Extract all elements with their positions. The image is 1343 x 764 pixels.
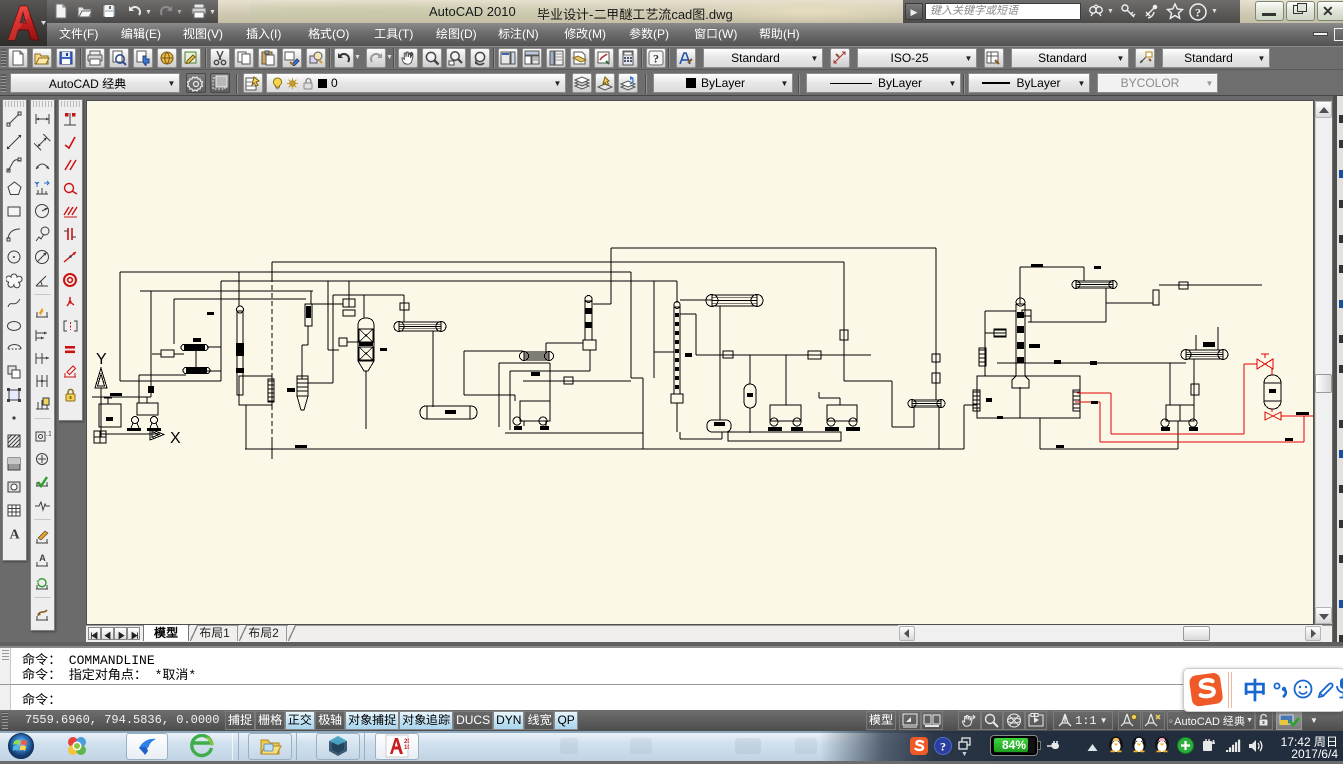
svg-text:?: ? — [653, 52, 659, 66]
svg-text:Y: Y — [96, 351, 107, 368]
svg-text:X: X — [170, 430, 181, 447]
svg-text:10: 10 — [404, 745, 409, 751]
svg-text:A: A — [9, 528, 20, 543]
svg-text:.1: .1 — [46, 431, 51, 438]
svg-text:A: A — [39, 553, 46, 563]
svg-text:?: ? — [1195, 6, 1201, 20]
svg-text:?: ? — [940, 740, 946, 754]
